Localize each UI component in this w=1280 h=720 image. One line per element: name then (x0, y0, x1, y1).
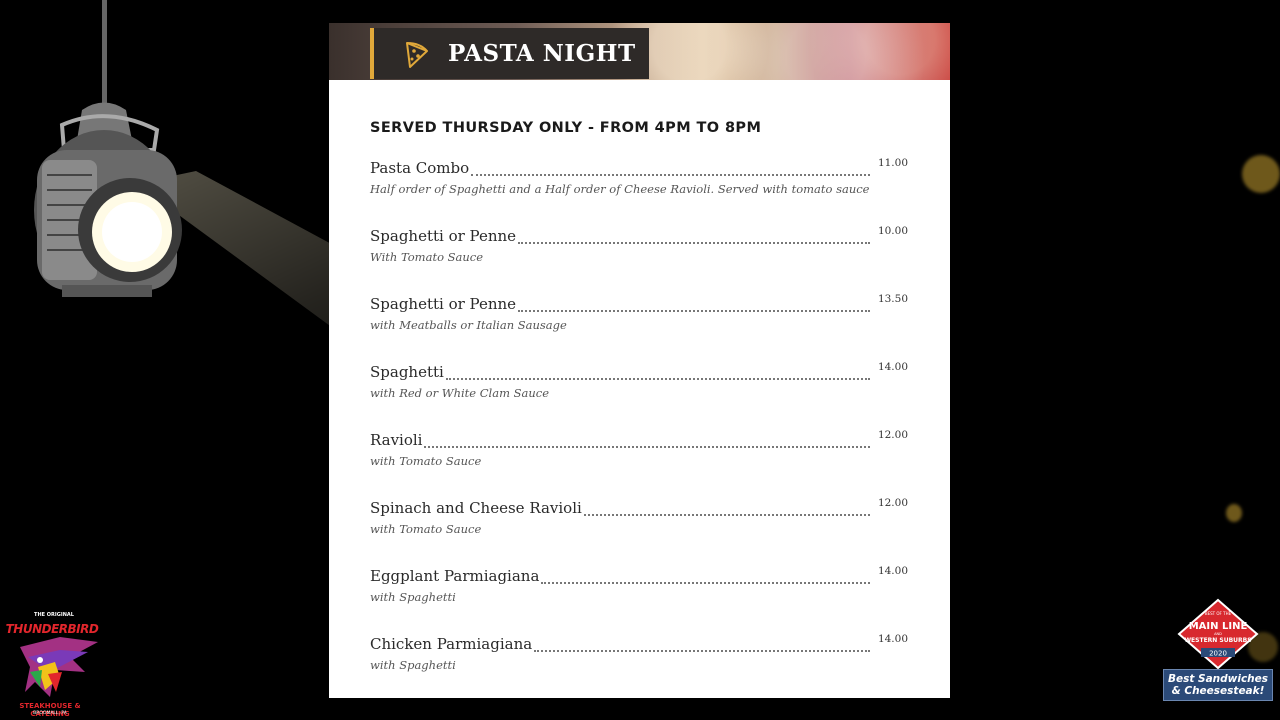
award-caption-line-2: & Cheesesteak! (1171, 685, 1265, 697)
menu-item: Pasta Combo 11.00 Half order of Spaghett… (370, 156, 908, 196)
menu-item-name: Pasta Combo (370, 159, 470, 177)
menu-item-name: Eggplant Parmiagiana (370, 567, 540, 585)
spotlight-icon (34, 0, 182, 297)
menu-subtitle: SERVED THURSDAY ONLY - FROM 4PM TO 8PM (370, 120, 762, 136)
menu-item-name: Spaghetti or Penne (370, 295, 517, 313)
dot-leader (471, 158, 870, 176)
award-badge-icon: BEST OF THE MAIN LINE AND WESTERN SUBURB… (1177, 598, 1259, 670)
dot-leader (534, 634, 870, 652)
menu-title-box: PASTA NIGHT (370, 28, 649, 79)
menu-card: PASTA NIGHT SERVED THURSDAY ONLY - FROM … (329, 23, 950, 698)
menu-item-name: Spinach and Cheese Ravioli (370, 499, 582, 517)
menu-item-price: 14.00 (877, 565, 908, 577)
menu-item-description: with Red or White Clam Sauce (370, 386, 550, 400)
menu-item: Eggplant Parmiagiana 14.00 with Spaghett… (370, 564, 908, 604)
menu-item-description: with Meatballs or Italian Sausage (370, 318, 567, 332)
bokeh-dot (1242, 155, 1280, 193)
dot-leader (583, 498, 870, 516)
menu-item-name: Spaghetti or Penne (370, 227, 517, 245)
menu-item-price: 13.50 (877, 293, 908, 305)
pizza-slice-icon (406, 41, 428, 68)
menu-item-name: Chicken Parmiagiana (370, 635, 533, 653)
menu-item-price: 14.00 (877, 633, 908, 645)
menu-item-price: 11.00 (877, 157, 908, 169)
menu-item-description: with Tomato Sauce (370, 454, 482, 468)
award-caption-line-1: Best Sandwiches (1167, 673, 1269, 685)
menu-item-description: with Spaghetti (370, 590, 456, 604)
menu-item-name: Ravioli (370, 431, 423, 449)
menu-item: Ravioli 12.00 with Tomato Sauce (370, 428, 908, 468)
main-line-award-logo: BEST OF THE MAIN LINE AND WESTERN SUBURB… (1163, 598, 1275, 704)
award-name-2: WESTERN SUBURBS (1184, 637, 1251, 644)
menu-item-price: 12.00 (877, 429, 908, 441)
award-caption: Best Sandwiches & Cheesesteak! (1163, 669, 1273, 701)
menu-item-price: 10.00 (877, 225, 908, 237)
menu-item-name: Spaghetti (370, 363, 444, 381)
bokeh-dot (1226, 504, 1242, 522)
menu-item: Spinach and Cheese Ravioli 12.00 with To… (370, 496, 908, 536)
menu-item-description: With Tomato Sauce (370, 250, 484, 264)
logo-location: BROOMALL, PA (33, 711, 67, 716)
dot-leader (424, 430, 870, 448)
menu-item: Spaghetti or Penne 10.00 With Tomato Sau… (370, 224, 908, 264)
dot-leader (541, 566, 870, 584)
dot-leader (445, 362, 870, 380)
dot-leader (518, 294, 870, 312)
thunderbird-logo: THE ORIGINAL THUNDERBIRD STEAKHOUSE & CA… (0, 612, 108, 720)
menu-title: PASTA NIGHT (448, 40, 636, 67)
dot-leader (518, 226, 870, 244)
logo-name: THUNDERBIRD (5, 622, 99, 636)
menu-item-description: Half order of Spaghetti and a Half order… (370, 182, 870, 196)
menu-item: Spaghetti 14.00 with Red or White Clam S… (370, 360, 908, 400)
menu-item-price: 12.00 (877, 497, 908, 509)
menu-item-description: with Spaghetti (370, 658, 456, 672)
menu-item-description: with Tomato Sauce (370, 522, 482, 536)
award-name-1: MAIN LINE (1189, 621, 1248, 632)
menu-item-price: 14.00 (877, 361, 908, 373)
award-and-text: AND (1214, 632, 1222, 636)
award-year: 2020 (1209, 650, 1227, 658)
award-top-text: BEST OF THE (1205, 611, 1232, 616)
menu-item: Chicken Parmiagiana 14.00 with Spaghetti (370, 632, 908, 672)
menu-item: Spaghetti or Penne 13.50 with Meatballs … (370, 292, 908, 332)
